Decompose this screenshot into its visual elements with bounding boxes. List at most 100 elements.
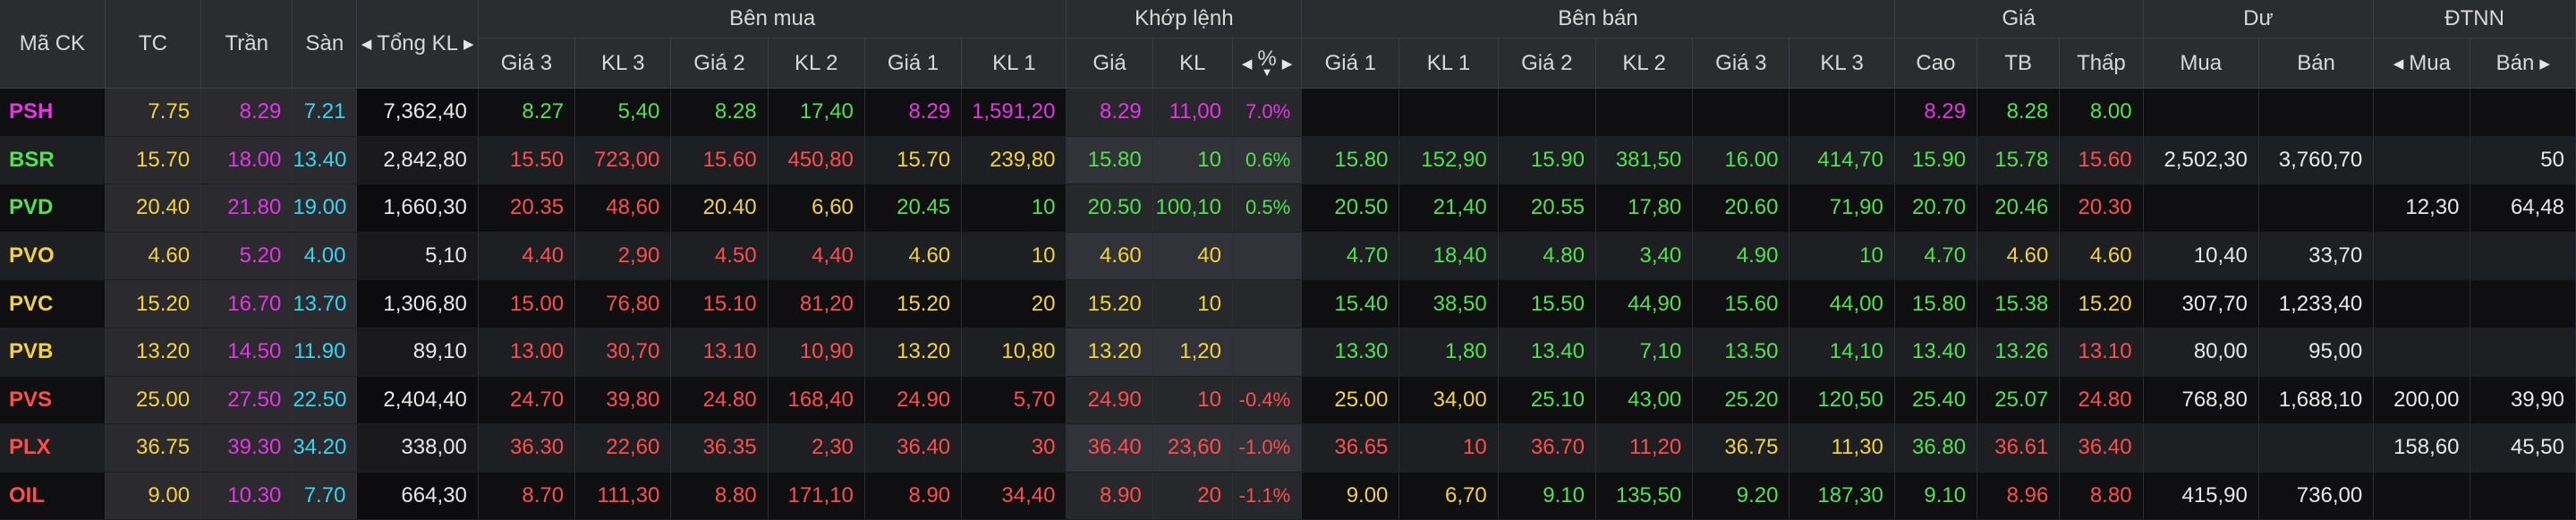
cell-sell-kl1: 34,00 (1399, 376, 1499, 425)
header-buy-gia1[interactable]: Giá 1 (864, 38, 963, 89)
cell-sell-kl2: 3,40 (1595, 232, 1694, 281)
cell-sell-kl3: 44,00 (1789, 279, 1895, 328)
table-row[interactable]: PLX 36.75 39.30 34.20 338,00 36.30 22,60 36.35 2… (0, 423, 2576, 473)
cell-buy-kl3: 111,30 (574, 472, 672, 520)
cell-symbol[interactable]: PVC (0, 279, 106, 328)
caret-right-icon[interactable]: ▶ (463, 36, 474, 52)
cell-dtnn-ban: 64,48 (2470, 183, 2576, 233)
cell-symbol[interactable]: PVO (0, 232, 106, 281)
cell-dtnn-mua (2373, 88, 2471, 137)
header-sell-kl2[interactable]: KL 2 (1595, 38, 1694, 89)
cell-sell-gia2: 20.55 (1498, 183, 1596, 233)
table-row[interactable]: PVC 15.20 16.70 13.70 1,306,80 15.00 76,80 15.1… (0, 279, 2576, 328)
cell-symbol[interactable]: PVS (0, 376, 106, 425)
header-cao[interactable]: Cao (1894, 38, 1978, 89)
cell-buy-gia3: 36.30 (478, 423, 576, 473)
header-du-mua[interactable]: Mua (2143, 38, 2259, 89)
cell-du-mua: 80,00 (2143, 328, 2259, 377)
header-tc[interactable]: TC (105, 0, 202, 89)
cell-dtnn-ban (2470, 472, 2576, 520)
header-tran[interactable]: Trần (200, 0, 293, 89)
header-thap[interactable]: Thấp (2059, 38, 2144, 89)
cell-tb: 13.26 (1977, 328, 2061, 377)
cell-thap: 36.40 (2059, 423, 2144, 473)
cell-sell-kl1: 38,50 (1399, 279, 1499, 328)
cell-buy-gia2: 8.28 (670, 88, 769, 137)
caret-right-icon[interactable]: ▶ (2539, 55, 2550, 72)
header-buy-gia2[interactable]: Giá 2 (670, 38, 769, 89)
cell-dtnn-mua: 200,00 (2373, 376, 2471, 425)
cell-sell-gia2: 15.90 (1498, 136, 1596, 185)
cell-cao: 15.90 (1894, 136, 1978, 185)
cell-buy-kl2: 171,10 (768, 472, 865, 520)
cell-sell-gia3: 15.60 (1692, 279, 1790, 328)
cell-buy-gia2: 4.50 (670, 232, 769, 281)
table-row[interactable]: PVD 20.40 21.80 19.00 1,660,30 20.35 48,60 20.4… (0, 183, 2576, 233)
cell-symbol[interactable]: BSR (0, 136, 106, 185)
header-sell-kl1[interactable]: KL 1 (1399, 38, 1499, 89)
sort-down-icon[interactable]: ▼ (1262, 66, 1273, 78)
table-row[interactable]: OIL 9.00 10.30 7.70 664,30 8.70 111,30 8.80 171,… (0, 472, 2576, 520)
cell-san: 7.21 (292, 88, 358, 137)
header-tong-kl[interactable]: ◀ Tổng KL ▶ (356, 0, 479, 89)
table-row[interactable]: PVS 25.00 27.50 22.50 2,404,40 24.70 39,80 24.8… (0, 376, 2576, 425)
caret-left-icon[interactable]: ◀ (1242, 55, 1253, 72)
header-sell-gia1[interactable]: Giá 1 (1301, 38, 1400, 89)
header-buy-kl2[interactable]: KL 2 (768, 38, 865, 89)
cell-cao: 9.10 (1894, 472, 1978, 520)
cell-symbol[interactable]: OIL (0, 472, 106, 520)
cell-tong-kl: 5,10 (356, 232, 479, 281)
header-sell-gia2[interactable]: Giá 2 (1498, 38, 1596, 89)
table-row[interactable]: PVO 4.60 5.20 4.00 5,10 4.40 2,90 4.50 4,40 4.60 1… (0, 232, 2576, 281)
header-match-gia[interactable]: Giá (1066, 38, 1153, 89)
header-san[interactable]: Sàn (292, 0, 358, 89)
cell-match-gia: 4.60 (1066, 232, 1153, 281)
cell-sell-kl2: 17,80 (1595, 183, 1694, 233)
cell-symbol[interactable]: PLX (0, 423, 106, 473)
table-row[interactable]: PSH 7.75 8.29 7.21 7,362,40 8.27 5,40 8.28 17,40… (0, 88, 2576, 137)
cell-symbol[interactable]: PVD (0, 183, 106, 233)
cell-dtnn-ban (2470, 279, 2576, 328)
caret-left-icon[interactable]: ◀ (2393, 55, 2404, 72)
cell-tb: 15.78 (1977, 136, 2061, 185)
cell-symbol[interactable]: PVB (0, 328, 106, 377)
header-sell-kl3[interactable]: KL 3 (1789, 38, 1895, 89)
cell-cao: 13.40 (1894, 328, 1978, 377)
cell-du-mua: 10,40 (2143, 232, 2259, 281)
cell-du-mua (2143, 183, 2259, 233)
cell-tb: 20.46 (1977, 183, 2061, 233)
cell-buy-kl2: 6,60 (768, 183, 865, 233)
cell-sell-gia2: 15.50 (1498, 279, 1596, 328)
header-dtnn-mua[interactable]: ◀ Mua (2373, 38, 2471, 89)
cell-tong-kl: 1,306,80 (356, 279, 479, 328)
table-row[interactable]: BSR 15.70 18.00 13.40 2,842,80 15.50 723,00 15.… (0, 136, 2576, 185)
cell-sell-kl3: 71,90 (1789, 183, 1895, 233)
cell-thap: 13.10 (2059, 328, 2144, 377)
cell-thap: 8.00 (2059, 88, 2144, 137)
cell-sell-gia3: 20.60 (1692, 183, 1790, 233)
cell-sell-gia3: 13.50 (1692, 328, 1790, 377)
cell-sell-gia1: 4.70 (1301, 232, 1400, 281)
cell-buy-gia3: 8.27 (478, 88, 576, 137)
header-buy-kl1[interactable]: KL 1 (961, 38, 1067, 89)
header-du-ban[interactable]: Bán (2258, 38, 2375, 89)
table-row[interactable]: PVB 13.20 14.50 11.90 89,10 13.00 30,70 13.10 10… (0, 328, 2576, 377)
header-match-pct[interactable]: ◀ % ▼ ▶ (1232, 38, 1303, 89)
caret-right-icon[interactable]: ▶ (1282, 55, 1293, 72)
header-sell-gia3[interactable]: Giá 3 (1692, 38, 1790, 89)
cell-buy-kl3: 22,60 (574, 423, 672, 473)
cell-match-gia: 20.50 (1066, 183, 1153, 233)
header-match-kl[interactable]: KL (1152, 38, 1233, 89)
header-tb[interactable]: TB (1977, 38, 2061, 89)
header-buy-kl3[interactable]: KL 3 (574, 38, 672, 89)
cell-match-pct (1232, 328, 1303, 377)
caret-left-icon[interactable]: ◀ (361, 36, 372, 52)
cell-sell-kl3 (1789, 88, 1895, 137)
cell-match-pct (1232, 279, 1303, 328)
header-dtnn-ban[interactable]: Bán ▶ (2470, 38, 2576, 89)
cell-cao: 8.29 (1894, 88, 1978, 137)
header-ma-ck[interactable]: Mã CK (0, 0, 106, 89)
header-buy-gia3[interactable]: Giá 3 (478, 38, 576, 89)
cell-symbol[interactable]: PSH (0, 88, 106, 137)
cell-tong-kl: 1,660,30 (356, 183, 479, 233)
